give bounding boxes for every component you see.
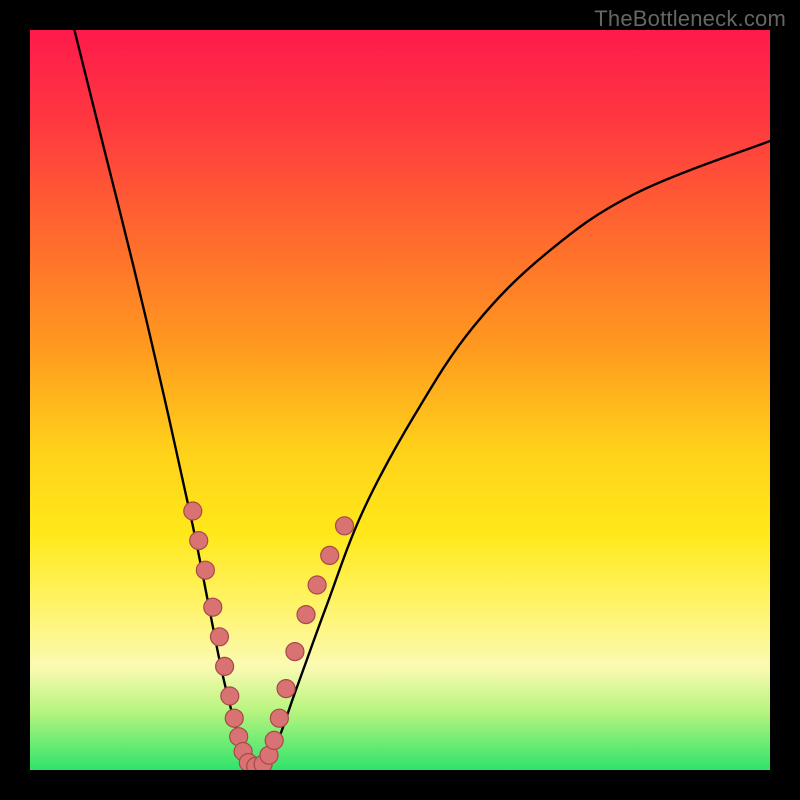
bead-marker	[216, 657, 234, 675]
bead-marker	[286, 643, 304, 661]
bead-marker	[210, 628, 228, 646]
bead-marker	[321, 546, 339, 564]
bead-marker	[225, 709, 243, 727]
watermark-text: TheBottleneck.com	[594, 6, 786, 32]
bead-marker	[190, 532, 208, 550]
bead-marker	[204, 598, 222, 616]
bead-marker	[184, 502, 202, 520]
marker-group	[184, 502, 354, 770]
bead-marker	[336, 517, 354, 535]
bead-marker	[308, 576, 326, 594]
curve-group	[74, 30, 770, 770]
bead-marker	[265, 731, 283, 749]
bead-marker	[270, 709, 288, 727]
plot-area	[30, 30, 770, 770]
bead-marker	[196, 561, 214, 579]
curve-right-branch	[252, 141, 770, 770]
bead-marker	[277, 680, 295, 698]
bead-marker	[221, 687, 239, 705]
bead-marker	[297, 606, 315, 624]
chart-svg	[30, 30, 770, 770]
chart-frame: TheBottleneck.com	[0, 0, 800, 800]
